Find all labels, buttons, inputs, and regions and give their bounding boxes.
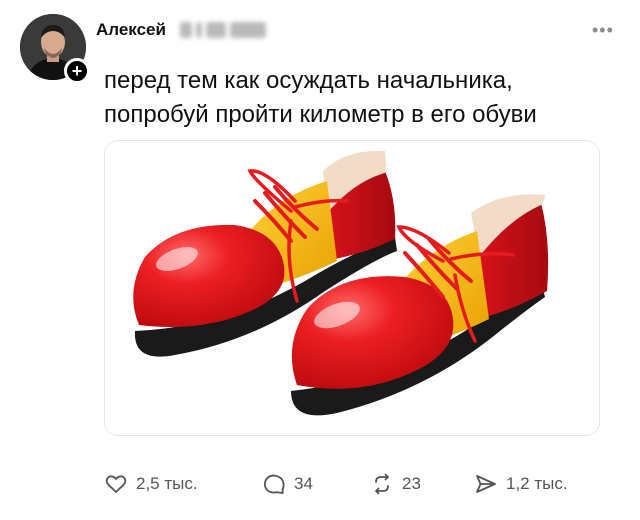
action-bar: 2,5 тыс. 34 23 1,2 тыс. bbox=[104, 470, 584, 498]
username-blurred bbox=[180, 22, 268, 38]
reply-button[interactable]: 34 bbox=[262, 470, 313, 498]
repost-icon bbox=[375, 473, 389, 495]
reply-count: 34 bbox=[294, 474, 313, 493]
repost-count: 23 bbox=[402, 474, 421, 493]
send-icon bbox=[476, 475, 496, 493]
post-text-line: перед тем как осуждать начальника, bbox=[104, 67, 513, 94]
like-count: 2,5 тыс. bbox=[136, 474, 198, 493]
heart-icon bbox=[105, 475, 127, 493]
post-image[interactable] bbox=[104, 140, 600, 436]
share-count: 1,2 тыс. bbox=[506, 474, 568, 493]
like-button[interactable]: 2,5 тыс. bbox=[104, 470, 198, 498]
share-button[interactable]: 1,2 тыс. bbox=[474, 470, 568, 498]
author-name[interactable]: Алексей bbox=[96, 20, 166, 40]
avatar-container[interactable]: + bbox=[20, 14, 90, 84]
comment-icon bbox=[263, 474, 285, 494]
plus-icon[interactable]: + bbox=[64, 58, 90, 84]
post-text-line: попробуй пройти километр в его обуви bbox=[104, 101, 537, 128]
repost-button[interactable]: 23 bbox=[370, 470, 421, 498]
clown-shoes-image bbox=[133, 150, 549, 416]
more-icon[interactable]: ••• bbox=[592, 20, 614, 41]
post-text: перед тем как осуждать начальника, попро… bbox=[104, 64, 604, 132]
